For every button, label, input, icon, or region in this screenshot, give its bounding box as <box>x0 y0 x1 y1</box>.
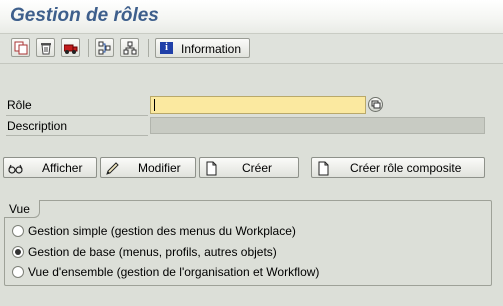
create-label: Créer <box>242 161 273 175</box>
glasses-icon <box>8 164 23 174</box>
view-option-label: Vue d'ensemble (gestion de l'organisatio… <box>28 265 320 279</box>
role-input[interactable] <box>150 96 366 114</box>
copy-icon <box>14 41 28 55</box>
role-label: Rôle <box>7 98 32 112</box>
radio-button[interactable] <box>12 266 24 278</box>
view-option-label: Gestion de base (menus, profils, autres … <box>28 245 277 259</box>
value-help-icon <box>371 100 381 109</box>
view-group-title: Vue <box>4 200 40 218</box>
create-composite-role-label: Créer rôle composite <box>350 161 462 175</box>
view-option-basic[interactable]: Gestion de base (menus, profils, autres … <box>12 244 332 260</box>
description-label: Description <box>7 119 68 133</box>
create-composite-role-button[interactable]: Créer rôle composite <box>311 157 485 178</box>
info-icon: i <box>160 42 173 54</box>
copy-button[interactable] <box>11 38 30 57</box>
change-button[interactable]: Modifier <box>100 157 196 178</box>
delete-button[interactable] <box>36 38 55 57</box>
new-document-icon <box>318 161 329 176</box>
where-used-icon <box>98 41 111 55</box>
display-button[interactable]: Afficher <box>3 157 97 178</box>
view-option-simple[interactable]: Gestion simple (gestion des menus du Wor… <box>12 223 352 239</box>
information-button[interactable]: i Information <box>155 38 250 58</box>
pencil-icon <box>106 162 119 175</box>
radio-button-selected[interactable] <box>12 246 24 258</box>
hierarchy-button[interactable] <box>120 38 139 57</box>
description-field <box>150 117 485 134</box>
application-toolbar: i Information <box>0 34 503 64</box>
where-used-button[interactable] <box>95 38 114 57</box>
view-option-label: Gestion simple (gestion des menus du Wor… <box>28 224 296 238</box>
information-label: Information <box>181 42 242 56</box>
create-button[interactable]: Créer <box>199 157 299 178</box>
role-label-underline <box>6 115 148 116</box>
hierarchy-icon <box>123 41 137 55</box>
transport-button[interactable] <box>61 38 80 57</box>
radio-button[interactable] <box>12 225 24 237</box>
view-option-overview[interactable]: Vue d'ensemble (gestion de l'organisatio… <box>12 264 372 280</box>
toolbar-separator <box>148 39 149 57</box>
display-label: Afficher <box>42 161 83 175</box>
title-bar: Gestion de rôles <box>0 0 503 34</box>
change-label: Modifier <box>138 161 181 175</box>
page-title: Gestion de rôles <box>10 5 159 26</box>
description-label-underline <box>6 135 148 136</box>
text-caret <box>154 99 155 111</box>
transport-icon <box>64 44 78 54</box>
view-group-title-text: Vue <box>9 202 30 216</box>
toolbar-separator <box>88 39 89 57</box>
new-document-icon <box>206 161 217 176</box>
value-help-button[interactable] <box>368 97 383 112</box>
delete-icon <box>41 43 51 55</box>
